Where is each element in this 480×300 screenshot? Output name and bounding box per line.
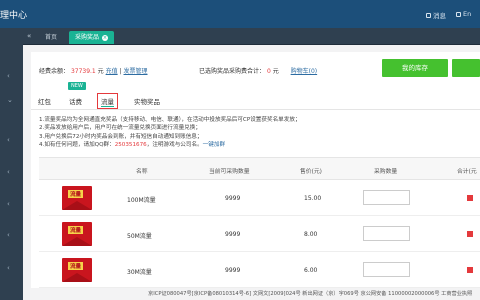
purchase-summary: 已选购奖品采购费合计： 0 元 购物车(0) xyxy=(199,66,317,75)
row-marker xyxy=(467,231,473,237)
tab-purchase-prizes-label: 采购奖品 xyxy=(75,34,100,41)
messages-link[interactable]: 消息 xyxy=(426,10,446,20)
chevron-left-icon[interactable]: ‹ xyxy=(7,200,10,208)
purchase-qty-input[interactable] xyxy=(363,190,410,205)
header-name: 名称 xyxy=(136,169,148,175)
prize-price: 15.00 xyxy=(304,195,322,202)
category-physical[interactable]: 实物奖品 xyxy=(134,96,160,106)
instructions: 1.流量奖品均为全网通直充奖品（支持移动、电信、联通），在活动中投放奖品后可CP… xyxy=(39,116,479,149)
balance-value: 37739.1 xyxy=(70,68,96,75)
language-label: En xyxy=(463,10,472,18)
note-text: 4.如有任何问题，请加QQ群： xyxy=(39,141,115,148)
purchased-value: 0 xyxy=(266,68,271,75)
table-row: 流量 30M流量 9999 6.00 xyxy=(39,252,480,288)
secondary-action-button[interactable] xyxy=(452,59,480,77)
globe-icon xyxy=(456,11,461,17)
messages-label: 消息 xyxy=(433,12,446,20)
chevron-left-icon[interactable]: ‹ xyxy=(7,168,10,176)
my-inventory-button[interactable]: 我的库存 xyxy=(382,59,448,77)
red-envelope-image: 流量 xyxy=(62,186,92,210)
chevron-left-icon[interactable]: ‹ xyxy=(7,231,10,239)
purchase-qty-input[interactable] xyxy=(363,262,410,277)
chevron-left-icon[interactable]: ‹ xyxy=(7,264,10,272)
prize-price: 8.00 xyxy=(304,231,318,238)
chevron-left-icon[interactable]: ‹ xyxy=(7,136,10,144)
balance-label: 经费余额： xyxy=(39,68,70,75)
purchase-qty-input[interactable] xyxy=(363,226,410,241)
balance-unit: 元 xyxy=(97,68,104,75)
envelope-icon xyxy=(426,12,431,18)
app-root: 理中心 消息 En ‹ ⌄ ‹ ‹ ‹ ‹ ‹ « 首页 采购奖品 × 经费余额：… xyxy=(0,0,480,300)
envelope-label: 流量 xyxy=(68,190,84,198)
row-marker xyxy=(467,267,473,273)
table-row: 流量 100M流量 9999 15.00 xyxy=(39,180,480,216)
envelope-label: 流量 xyxy=(68,226,84,234)
table-row: 流量 50M流量 9999 8.00 xyxy=(39,216,480,252)
prize-qty: 9999 xyxy=(225,267,241,274)
new-badge: NEW xyxy=(68,82,86,90)
prize-table: 名称 当前可采购数量 售价(元) 采购数量 合计(元 流量 100M流量 999… xyxy=(39,157,480,288)
header-available-qty: 当前可采购数量 xyxy=(209,169,250,175)
purchased-unit: 元 xyxy=(272,68,279,75)
category-tabs: 红包 话费 流量 实物奖品 xyxy=(31,90,480,110)
header-total: 合计(元 xyxy=(457,169,477,175)
table-header: 名称 当前可采购数量 售价(元) 采购数量 合计(元 xyxy=(39,157,480,180)
cart-link[interactable]: 购物车(0) xyxy=(291,68,318,75)
qq-group-number: 250351676 xyxy=(114,141,147,148)
close-icon[interactable]: × xyxy=(102,35,109,41)
note-line: 2.奖品发放给用户后，用户可在统一流量兑换页面进行流量兑换； xyxy=(39,125,201,132)
invoice-link[interactable]: 发票管理 xyxy=(124,68,148,75)
note-line: 3.用户兑换后72小时内奖品会到账，并有短信自动通知到账信息； xyxy=(39,133,203,140)
note-line: 1.流量奖品均为全网通直充奖品（支持移动、电信、联通），在活动中投放奖品后可CP… xyxy=(39,117,301,123)
brand-title: 理中心 xyxy=(0,11,28,21)
chevron-down-icon[interactable]: ⌄ xyxy=(7,96,13,104)
prize-name: 100M流量 xyxy=(127,197,156,204)
prize-price: 6.00 xyxy=(304,267,318,274)
prize-name: 30M流量 xyxy=(127,269,152,276)
envelope-label: 流量 xyxy=(68,262,84,270)
red-envelope-image: 流量 xyxy=(62,222,92,246)
prize-name: 50M流量 xyxy=(127,233,152,240)
purchased-label: 已选购奖品采购费合计： xyxy=(199,68,266,75)
recharge-link[interactable]: 充值 xyxy=(106,68,118,75)
category-phone-credit[interactable]: 话费 xyxy=(69,96,82,106)
header-purchase-qty: 采购数量 xyxy=(374,169,398,175)
category-red-packet[interactable]: 红包 xyxy=(38,96,51,106)
tab-home[interactable]: 首页 xyxy=(39,31,63,44)
language-switch[interactable]: En xyxy=(456,10,471,18)
prize-qty: 9999 xyxy=(225,195,241,202)
balance-summary: 经费余额： 37739.1 元 充值 | 发票管理 xyxy=(39,68,148,75)
prize-qty: 9999 xyxy=(225,231,241,238)
main-content: 经费余额： 37739.1 元 充值 | 发票管理 已选购奖品采购费合计： 0 … xyxy=(31,52,480,288)
tab-bar: « 首页 采购奖品 × xyxy=(23,28,480,45)
top-header: 理中心 消息 En xyxy=(0,0,480,28)
note-line: 4.如有任何问题，请加QQ群：250351676，注明游戏与公司名。一键加群 xyxy=(39,141,479,149)
header-price: 售价(元) xyxy=(300,169,322,175)
footer-license: 京ICP证080047号[京ICP备08010314号-6] 文网文[2009]… xyxy=(148,291,473,297)
category-data-label: 流量 xyxy=(101,98,114,107)
join-group-link[interactable]: 一键加群 xyxy=(203,142,225,148)
row-marker xyxy=(467,195,473,201)
tab-purchase-prizes[interactable]: 采购奖品 × xyxy=(69,31,115,44)
sidebar: ‹ ⌄ ‹ ‹ ‹ ‹ ‹ xyxy=(0,28,23,300)
category-data[interactable]: 流量 xyxy=(97,93,118,109)
double-chevron-left-icon[interactable]: « xyxy=(27,32,31,40)
note-text: ，注明游戏与公司名。 xyxy=(146,141,203,148)
red-envelope-image: 流量 xyxy=(62,258,92,282)
chevron-left-icon[interactable]: ‹ xyxy=(7,72,10,80)
